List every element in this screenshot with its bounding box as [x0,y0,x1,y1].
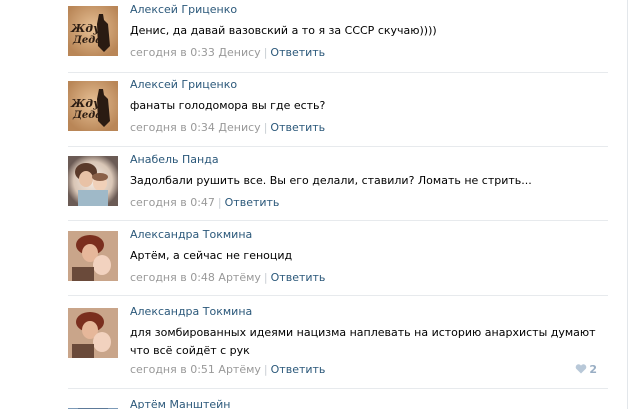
avatar[interactable] [68,401,118,409]
comment-meta: сегодня в 0:34 Денису | Ответить [130,121,325,134]
avatar[interactable]: Жду Деда [68,81,118,131]
photo-avatar-icon [68,308,118,358]
comment-text: для зомбированных идеями нацизма наплева… [130,326,596,357]
comment-3: Анабель Панда Задолбали рушить все. Вы е… [0,153,625,216]
reply-to[interactable]: Денису [218,46,260,59]
reply-button[interactable]: Ответить [270,121,325,134]
column-border [627,0,628,409]
photo-avatar-icon [68,156,118,206]
comment-5: Александра Токмина для зомбированных иде… [0,305,625,384]
like-button[interactable]: 2 [575,363,597,376]
comment-author[interactable]: Алексей Гриценко [130,78,237,91]
avatar[interactable] [68,231,118,281]
meta-separator: | [263,271,268,284]
divider [68,146,608,147]
reply-button[interactable]: Ответить [270,46,325,59]
comment-meta: сегодня в 0:33 Денису | Ответить [130,46,325,59]
comment-2: Жду Деда Алексей Гриценко фанаты голодом… [0,78,625,141]
comment-author[interactable]: Александра Токмина [130,305,252,318]
meta-separator: | [263,46,268,59]
reply-to[interactable]: Денису [218,121,260,134]
comment-time[interactable]: сегодня в 0:34 [130,121,215,134]
reply-button[interactable]: Ответить [225,196,280,209]
comment-meta: сегодня в 0:48 Артёму | Ответить [130,271,325,284]
comment-6: Артём Манштейн [0,398,625,409]
comment-text: фанаты голодомора вы где есть? [130,99,326,112]
meta-separator: | [263,121,268,134]
comment-4: Александра Токмина Артём, а сейчас не ге… [0,228,625,291]
comment-meta: сегодня в 0:51 Артёму | Ответить [130,363,325,376]
heart-icon [576,364,587,374]
reply-to[interactable]: Артёму [218,271,261,284]
avatar[interactable] [68,308,118,358]
photo-avatar-icon [68,231,118,281]
comment-author[interactable]: Алексей Гриценко [130,3,237,16]
comment-time[interactable]: сегодня в 0:47 [130,196,215,209]
svg-text:Жду: Жду [70,97,101,110]
reply-button[interactable]: Ответить [271,271,326,284]
comment-text: Задолбали рушить все. Вы его делали, ста… [130,174,532,187]
avatar[interactable]: Жду Деда [68,6,118,56]
comment-time[interactable]: сегодня в 0:48 [130,271,215,284]
comment-author[interactable]: Анабель Панда [130,153,219,166]
comment-time[interactable]: сегодня в 0:33 [130,46,215,59]
like-count: 2 [589,363,597,376]
svg-text:Деда: Деда [72,110,102,121]
comment-meta: сегодня в 0:47 | Ответить [130,196,279,209]
reply-to[interactable]: Артёму [218,363,261,376]
avatar-logo-text: Жду [70,22,101,35]
poster-avatar-icon: Жду Деда [68,6,118,56]
comment-1: Жду Деда Алексей Гриценко Денис, да дава… [0,3,625,66]
comments-page: Жду Деда Алексей Гриценко Денис, да дава… [0,0,630,409]
divider [68,220,608,221]
comment-author[interactable]: Артём Манштейн [130,398,230,409]
meta-separator: | [263,363,268,376]
divider [68,72,608,73]
svg-text:Деда: Деда [72,35,102,46]
comment-time[interactable]: сегодня в 0:51 [130,363,215,376]
divider [68,295,608,296]
comment-text: Артём, а сейчас не геноцид [130,249,293,262]
comment-author[interactable]: Александра Токмина [130,228,252,241]
poster-avatar-icon: Жду Деда [68,81,118,131]
meta-separator: | [217,196,222,209]
reply-button[interactable]: Ответить [271,363,326,376]
comment-text: Денис, да давай вазовский а то я за СССР… [130,24,437,37]
divider [68,388,608,389]
avatar[interactable] [68,156,118,206]
